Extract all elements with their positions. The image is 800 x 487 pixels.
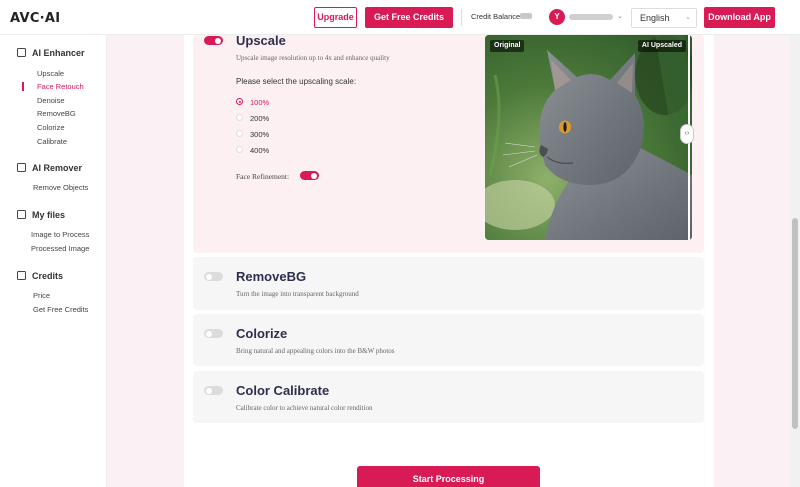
sidebar-item-colorize[interactable]: Colorize [37, 123, 65, 132]
scale-option-label[interactable]: 400% [250, 146, 269, 155]
download-app-button[interactable]: Download App [704, 7, 775, 28]
sidebar-item-processed-image[interactable]: Processed Image [31, 244, 89, 253]
sidebar-section-title: AI Remover [32, 163, 83, 173]
toggle-knob [206, 273, 212, 280]
brand-logo[interactable]: AVC·AI [10, 11, 60, 26]
files-icon [17, 210, 26, 219]
upscale-description: Upscale image resolution up to 4x and en… [236, 54, 390, 62]
image-compare-preview[interactable]: Original AI Upscaled [485, 35, 692, 240]
remover-icon [17, 163, 26, 172]
language-select[interactable]: English ⌄ [631, 8, 697, 28]
credit-balance-label: Credit Balance: [471, 12, 523, 21]
scale-radio-200[interactable] [236, 114, 243, 121]
sidebar-item-remove-objects[interactable]: Remove Objects [33, 183, 88, 192]
compare-slider-handle[interactable]: ‹› [680, 124, 694, 144]
calibrate-title: Color Calibrate [236, 383, 330, 398]
user-avatar[interactable]: Y [549, 9, 565, 25]
start-processing-button[interactable]: Start Processing [357, 466, 540, 487]
ai-upscaled-tag: AI Upscaled [637, 40, 686, 52]
sidebar-item-price[interactable]: Price [33, 291, 50, 300]
toggle-knob [311, 172, 317, 179]
scale-option-label[interactable]: 100% [250, 98, 269, 107]
face-refinement-toggle[interactable] [300, 171, 319, 180]
scale-radio-300[interactable] [236, 130, 243, 137]
scale-prompt: Please select the upscaling scale: [236, 77, 357, 86]
credit-balance-value-redacted [520, 13, 532, 19]
sidebar-item-upscale[interactable]: Upscale [37, 69, 64, 78]
removebg-description: Turn the image into transparent backgrou… [236, 290, 359, 298]
header-divider [461, 9, 462, 26]
original-tag: Original [490, 40, 525, 52]
get-free-credits-button[interactable]: Get Free Credits [365, 7, 453, 28]
credits-icon [17, 271, 26, 280]
cat-photo [485, 35, 692, 240]
colorize-description: Bring natural and appealing colors into … [236, 347, 395, 355]
sidebar-section-title: My files [32, 210, 66, 220]
upscale-toggle[interactable] [204, 36, 223, 45]
sidebar-item-denoise[interactable]: Denoise [37, 96, 65, 105]
removebg-toggle[interactable] [204, 272, 223, 281]
scale-radio-400[interactable] [236, 146, 243, 153]
calibrate-description: Calibrate color to achieve natural color… [236, 404, 373, 412]
scale-radio-100[interactable] [236, 98, 243, 105]
user-email-redacted[interactable] [569, 14, 613, 20]
sidebar-item-image-to-process[interactable]: Image to Process [31, 230, 89, 239]
sidebar-item-face-retouch[interactable]: Face Retouch [37, 82, 84, 91]
scale-option-label[interactable]: 300% [250, 130, 269, 139]
language-value: English [640, 13, 670, 23]
top-header: AVC·AI Upgrade Get Free Credits Credit B… [0, 0, 800, 35]
sidebar-section-title: Credits [32, 271, 64, 281]
toggle-knob [206, 387, 212, 394]
toggle-knob [206, 330, 212, 337]
sidebar-item-get-free-credits[interactable]: Get Free Credits [33, 305, 88, 314]
toggle-knob [215, 37, 221, 44]
sidebar-section-credits: Credits [17, 271, 63, 281]
colorize-toggle[interactable] [204, 329, 223, 338]
colorize-title: Colorize [236, 326, 288, 341]
removebg-title: RemoveBG [236, 269, 307, 284]
sidebar-item-calibrate[interactable]: Calibrate [37, 137, 67, 146]
chevron-down-icon[interactable]: ⌄ [617, 12, 623, 20]
enhancer-icon [17, 48, 26, 57]
upgrade-button[interactable]: Upgrade [314, 7, 357, 28]
upscale-title: Upscale [236, 33, 286, 48]
scrollbar-thumb[interactable] [792, 218, 798, 429]
active-indicator [22, 82, 24, 91]
sidebar-item-removebg[interactable]: RemoveBG [37, 109, 76, 118]
sidebar-section-title: AI Enhancer [32, 48, 85, 58]
sidebar-section-ai-enhancer: AI Enhancer [17, 48, 85, 58]
face-refinement-label: Face Refinement: [236, 172, 290, 181]
sidebar-section-ai-remover: AI Remover [17, 163, 82, 173]
scale-option-label[interactable]: 200% [250, 114, 269, 123]
calibrate-toggle[interactable] [204, 386, 223, 395]
sidebar-section-my-files: My files [17, 210, 65, 220]
chevron-down-icon: ⌄ [685, 14, 691, 21]
